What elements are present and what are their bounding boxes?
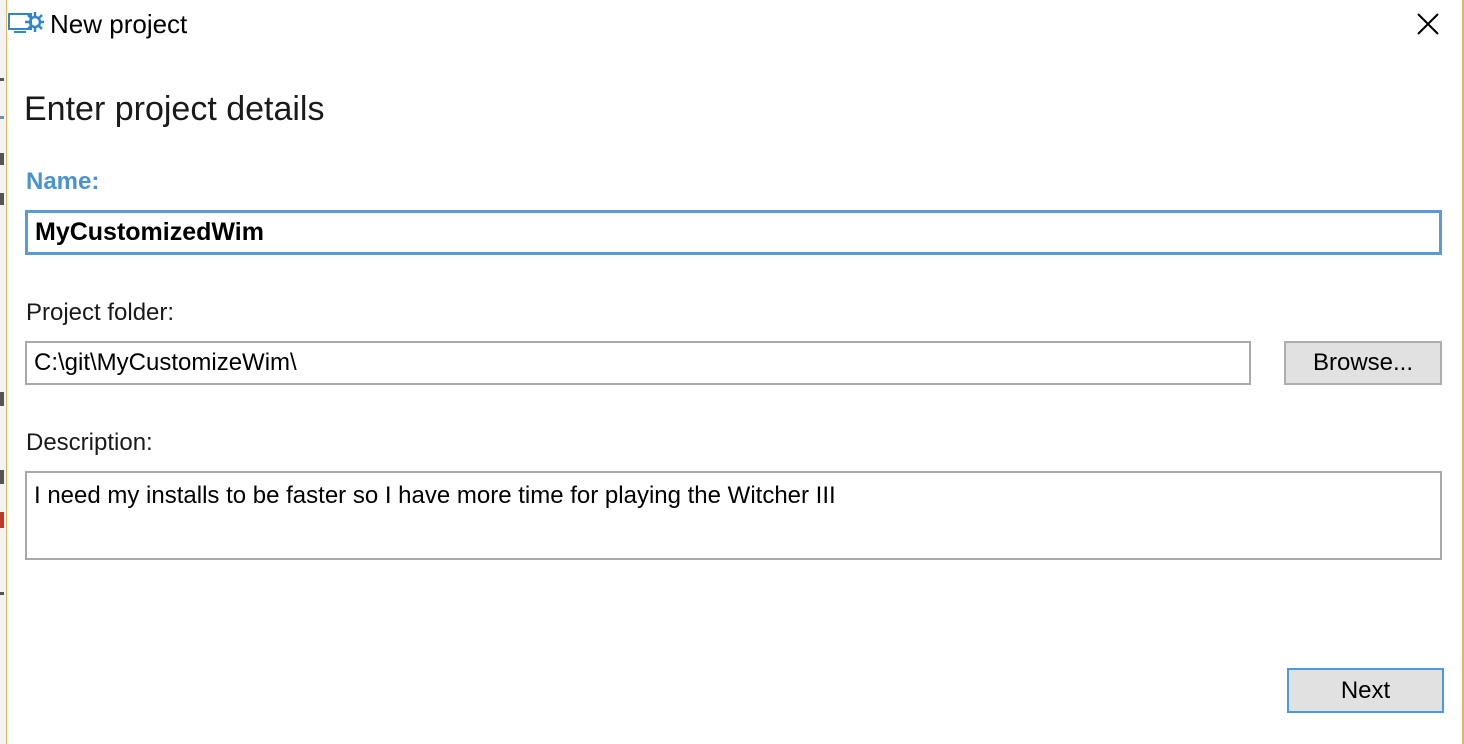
page-heading: Enter project details [24, 90, 325, 128]
project-folder-label: Project folder: [26, 299, 175, 326]
project-folder-input[interactable]: C:\git\MyCustomizeWim\ [25, 341, 1251, 385]
description-textarea[interactable]: I need my installs to be faster so I hav… [25, 471, 1442, 560]
browse-button[interactable]: Browse... [1284, 341, 1442, 385]
project-settings-icon [8, 12, 44, 33]
new-project-dialog: New project Enter project details Name: … [0, 0, 1464, 744]
window-title: New project [50, 9, 188, 39]
next-button[interactable]: Next [1287, 668, 1444, 713]
title-bar[interactable]: New project [8, 0, 1462, 48]
name-label: Name: [26, 168, 100, 195]
close-button[interactable] [1408, 6, 1448, 42]
description-label: Description: [26, 429, 153, 456]
background-window-edge [0, 0, 7, 744]
name-input[interactable]: MyCustomizedWim [25, 210, 1442, 255]
close-icon [1417, 13, 1439, 35]
